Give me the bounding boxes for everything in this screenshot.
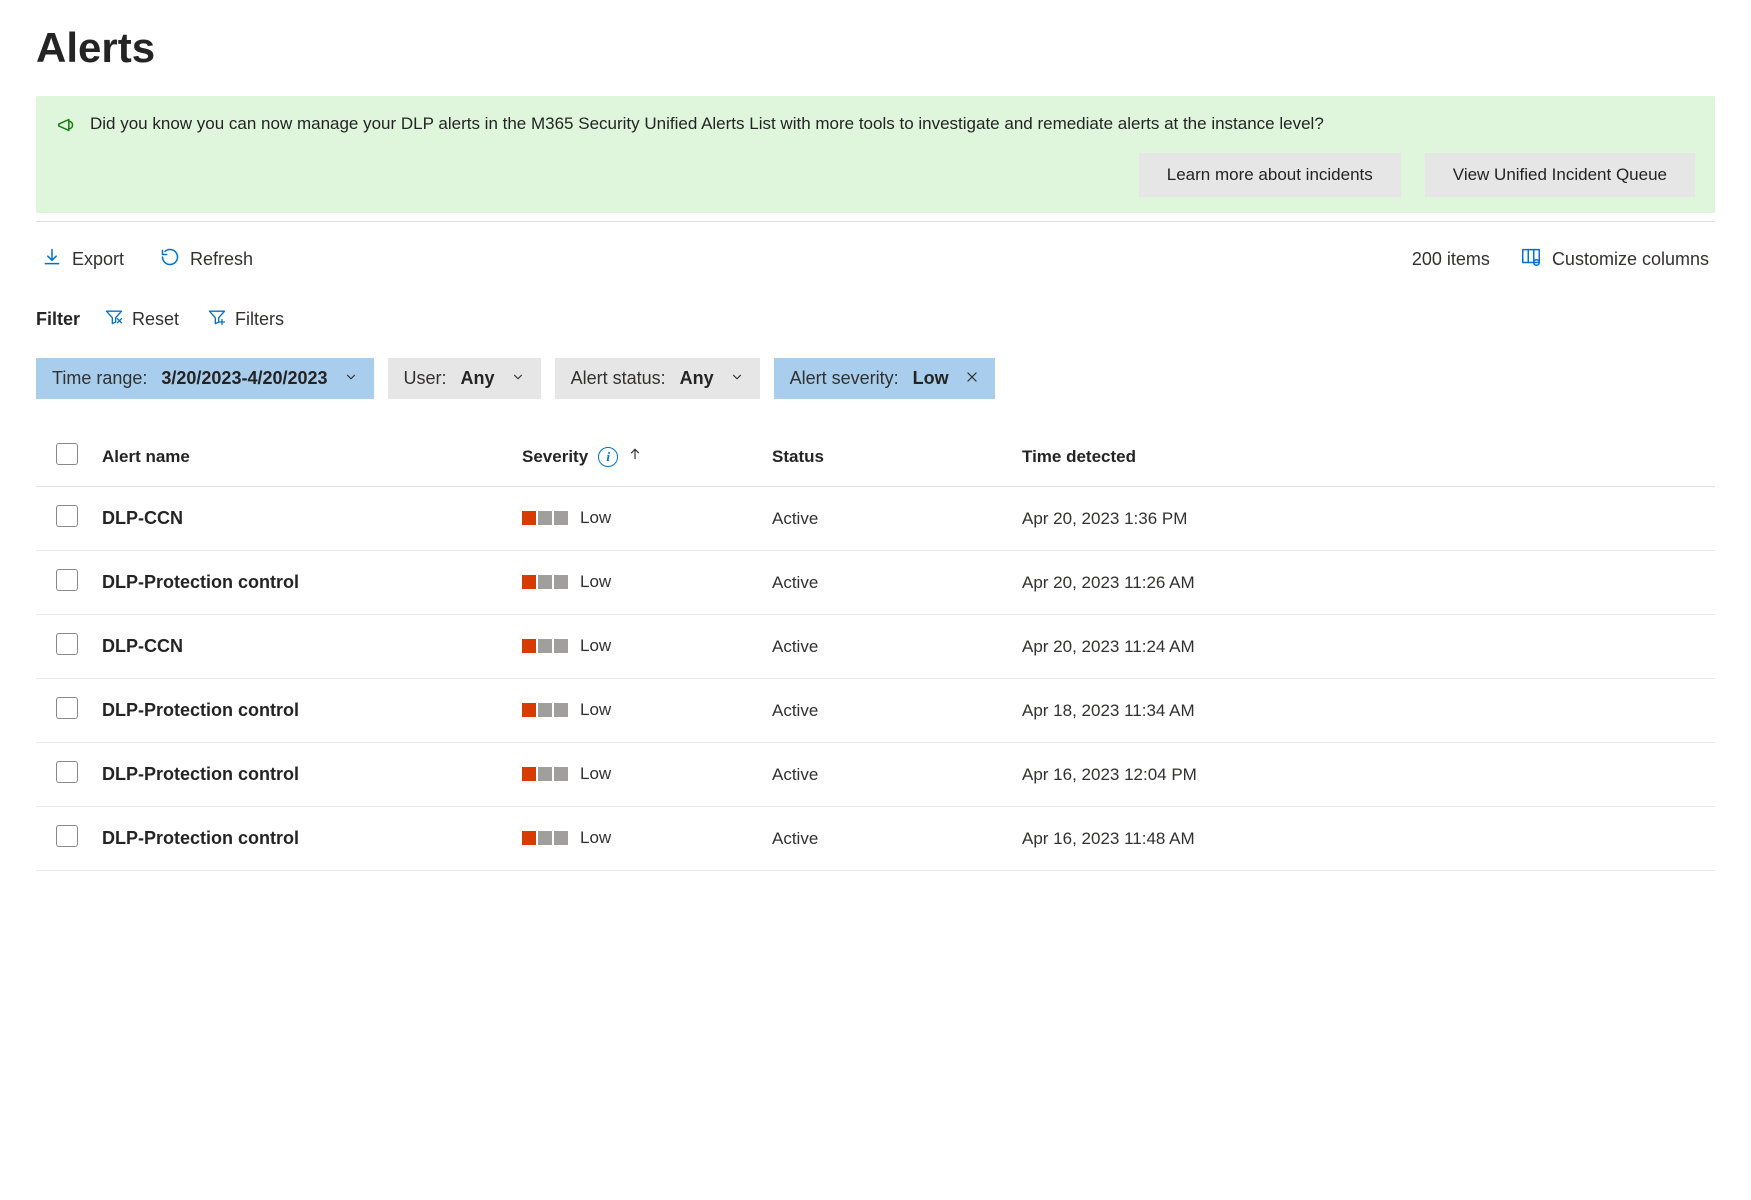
column-header-severity-label: Severity [522, 447, 588, 467]
time-detected: Apr 20, 2023 11:24 AM [1022, 637, 1195, 656]
table-row[interactable]: DLP-CCN Low Active Apr 20, 2023 1:36 PM [36, 487, 1715, 551]
download-icon [42, 247, 62, 272]
close-icon[interactable] [965, 368, 979, 389]
export-label: Export [72, 249, 124, 270]
table-row[interactable]: DLP-Protection control Low Active Apr 16, 2… [36, 807, 1715, 871]
time-detected: Apr 18, 2023 11:34 AM [1022, 701, 1195, 720]
column-header-severity[interactable]: Severity i [510, 427, 760, 487]
status-label: Active [772, 637, 818, 656]
pill-value: 3/20/2023-4/20/2023 [161, 368, 327, 389]
alerts-table: Alert name Severity i Status Time detect… [36, 427, 1715, 871]
filter-pills: Time range: 3/20/2023-4/20/2023 User: An… [36, 358, 1715, 399]
row-checkbox[interactable] [56, 761, 78, 783]
banner-text: Did you know you can now manage your DLP… [90, 112, 1324, 137]
chevron-down-icon [730, 368, 744, 389]
megaphone-icon [56, 114, 78, 141]
alert-name: DLP-CCN [102, 508, 183, 528]
view-unified-queue-button[interactable]: View Unified Incident Queue [1425, 153, 1695, 197]
learn-more-button[interactable]: Learn more about incidents [1139, 153, 1401, 197]
alert-name: DLP-Protection control [102, 828, 299, 848]
table-row[interactable]: DLP-Protection control Low Active Apr 18, 2… [36, 679, 1715, 743]
export-button[interactable]: Export [36, 243, 130, 276]
status-label: Active [772, 765, 818, 784]
severity-indicator-icon [522, 575, 568, 589]
filter-pill-alert-status[interactable]: Alert status: Any [555, 358, 760, 399]
info-icon[interactable]: i [598, 447, 618, 467]
pill-key: Alert severity: [790, 368, 899, 389]
columns-icon [1520, 246, 1542, 273]
reset-label: Reset [132, 309, 179, 330]
row-checkbox[interactable] [56, 505, 78, 527]
severity-indicator-icon [522, 831, 568, 845]
filter-label: Filter [36, 309, 80, 330]
pill-value: Any [461, 368, 495, 389]
filter-bar: Filter Reset Filters [36, 305, 1715, 334]
column-header-status[interactable]: Status [760, 427, 1010, 487]
filters-button[interactable]: Filters [203, 305, 288, 334]
severity-label: Low [580, 572, 611, 592]
refresh-label: Refresh [190, 249, 253, 270]
reset-filter-button[interactable]: Reset [100, 305, 183, 334]
severity-label: Low [580, 764, 611, 784]
select-all-checkbox[interactable] [56, 443, 78, 465]
severity-label: Low [580, 636, 611, 656]
chevron-down-icon [344, 368, 358, 389]
refresh-button[interactable]: Refresh [154, 243, 259, 276]
page-title: Alerts [36, 24, 1715, 72]
severity-indicator-icon [522, 767, 568, 781]
time-detected: Apr 16, 2023 11:48 AM [1022, 829, 1195, 848]
filter-pill-alert-severity[interactable]: Alert severity: Low [774, 358, 995, 399]
pill-key: User: [404, 368, 447, 389]
pill-key: Alert status: [571, 368, 666, 389]
severity-label: Low [580, 700, 611, 720]
refresh-icon [160, 247, 180, 272]
item-count: 200 items [1412, 249, 1490, 270]
row-checkbox[interactable] [56, 569, 78, 591]
time-detected: Apr 16, 2023 12:04 PM [1022, 765, 1197, 784]
chevron-down-icon [511, 368, 525, 389]
filter-pill-time-range[interactable]: Time range: 3/20/2023-4/20/2023 [36, 358, 374, 399]
alert-name: DLP-Protection control [102, 572, 299, 592]
table-row[interactable]: DLP-Protection control Low Active Apr 16, 2… [36, 743, 1715, 807]
severity-label: Low [580, 508, 611, 528]
row-checkbox[interactable] [56, 633, 78, 655]
customize-columns-label: Customize columns [1552, 249, 1709, 270]
severity-indicator-icon [522, 639, 568, 653]
severity-indicator-icon [522, 511, 568, 525]
status-label: Active [772, 509, 818, 528]
clear-filter-icon [104, 307, 124, 332]
pill-key: Time range: [52, 368, 147, 389]
status-label: Active [772, 829, 818, 848]
time-detected: Apr 20, 2023 1:36 PM [1022, 509, 1187, 528]
alert-name: DLP-Protection control [102, 764, 299, 784]
filter-icon [207, 307, 227, 332]
column-header-time-detected[interactable]: Time detected [1010, 427, 1715, 487]
divider [36, 221, 1715, 222]
alert-name: DLP-CCN [102, 636, 183, 656]
pill-value: Low [913, 368, 949, 389]
filters-label: Filters [235, 309, 284, 330]
sort-ascending-icon [628, 446, 642, 467]
severity-label: Low [580, 828, 611, 848]
status-label: Active [772, 701, 818, 720]
info-banner: Did you know you can now manage your DLP… [36, 96, 1715, 213]
toolbar: Export Refresh 200 items Customize colum… [36, 242, 1715, 277]
status-label: Active [772, 573, 818, 592]
filter-pill-user[interactable]: User: Any [388, 358, 541, 399]
column-header-alert-name[interactable]: Alert name [90, 427, 510, 487]
table-header-row: Alert name Severity i Status Time detect… [36, 427, 1715, 487]
alert-name: DLP-Protection control [102, 700, 299, 720]
severity-indicator-icon [522, 703, 568, 717]
time-detected: Apr 20, 2023 11:26 AM [1022, 573, 1195, 592]
row-checkbox[interactable] [56, 825, 78, 847]
row-checkbox[interactable] [56, 697, 78, 719]
pill-value: Any [680, 368, 714, 389]
table-row[interactable]: DLP-Protection control Low Active Apr 20, 2… [36, 551, 1715, 615]
customize-columns-button[interactable]: Customize columns [1514, 242, 1715, 277]
table-row[interactable]: DLP-CCN Low Active Apr 20, 2023 11:24 AM [36, 615, 1715, 679]
